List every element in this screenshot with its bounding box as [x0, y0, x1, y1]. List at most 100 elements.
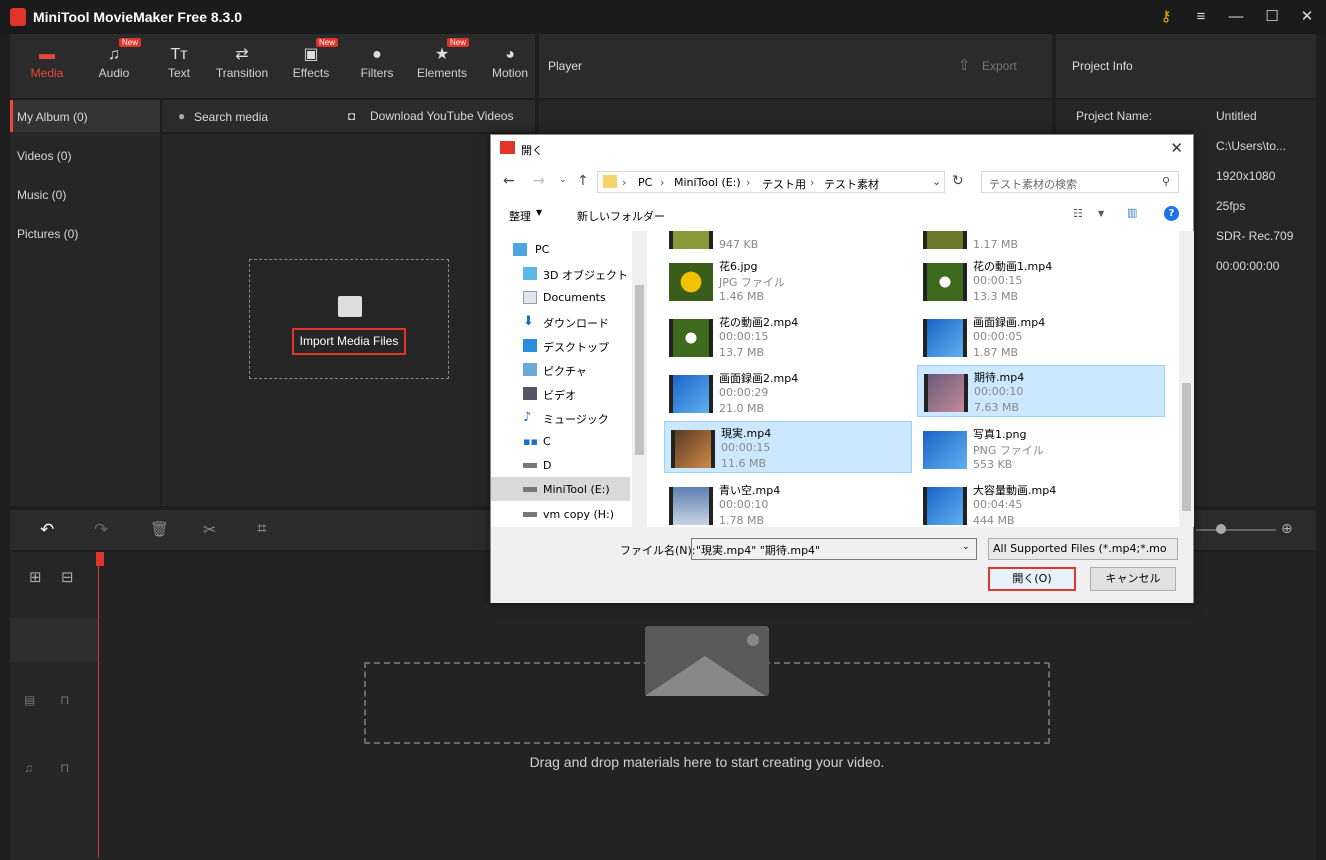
nav-item-drive-e[interactable]: MiniTool (E:): [543, 483, 610, 496]
file-size: 1.46 MB: [719, 290, 765, 303]
track-headers: ⊞ ⊟ ▤ ⊓ ♫ ⊓: [10, 552, 98, 860]
nav-item-desktop[interactable]: デスクトップ: [543, 339, 609, 355]
file-item-selected[interactable]: 現実.mp4 00:00:15 11.6 MB: [664, 421, 912, 473]
breadcrumb-drive[interactable]: MiniTool (E:): [674, 176, 741, 189]
file-list-scrollbar[interactable]: [1179, 231, 1194, 527]
close-button[interactable]: ✕: [1296, 6, 1318, 28]
up-arrow-icon[interactable]: ↑: [577, 173, 589, 189]
preview-pane-icon[interactable]: ▥: [1127, 206, 1137, 219]
lock-icon[interactable]: ⊓: [60, 761, 69, 775]
download-youtube-button[interactable]: Download YouTube Videos: [370, 109, 513, 123]
sidebar-item-music[interactable]: Music (0): [17, 188, 66, 202]
file-item[interactable]: 大容量動画.mp4 00:04:45 444 MB: [917, 479, 1165, 527]
tab-filters[interactable]: ● Filters: [346, 44, 408, 80]
filetype-select[interactable]: All Supported Files (*.mp4;*.mo: [988, 538, 1178, 560]
lock-icon[interactable]: ⊓: [60, 693, 69, 707]
back-arrow-icon[interactable]: ←: [503, 173, 515, 189]
nav-item-downloads[interactable]: ダウンロード: [543, 315, 609, 331]
chevron-down-icon[interactable]: ▼: [1098, 209, 1104, 218]
chevron-down-icon[interactable]: ⌄: [962, 542, 970, 552]
tab-elements[interactable]: New ★ Elements: [411, 38, 473, 80]
tab-transition[interactable]: ⇄ Transition: [211, 44, 273, 80]
import-media-files-button[interactable]: Import Media Files: [292, 328, 406, 355]
minimize-button[interactable]: —: [1225, 6, 1247, 28]
redo-icon[interactable]: ↷: [94, 520, 108, 540]
folder-search-input[interactable]: テスト素材の検索: [981, 171, 1179, 193]
add-track-icon[interactable]: ⊞: [29, 568, 42, 586]
file-item[interactable]: 1.17 MB: [917, 231, 1165, 255]
menu-icon[interactable]: ≡: [1190, 6, 1212, 28]
nav-scrollbar[interactable]: [632, 231, 647, 527]
history-chevron-icon[interactable]: ⌄: [559, 175, 567, 185]
playhead-handle[interactable]: [96, 552, 104, 566]
open-button[interactable]: 開く(O): [988, 567, 1076, 591]
nav-item-documents[interactable]: Documents: [543, 291, 606, 304]
breadcrumb-chevron-icon: ›: [660, 176, 665, 189]
undo-icon[interactable]: ↶: [40, 520, 54, 540]
file-item[interactable]: 画面録画2.mp4 00:00:29 21.0 MB: [663, 367, 911, 419]
tab-audio[interactable]: New ♫ Audio: [83, 38, 145, 80]
address-dropdown-icon[interactable]: ⌄: [932, 175, 941, 188]
sidebar-item-pictures[interactable]: Pictures (0): [17, 227, 78, 241]
file-item[interactable]: 花の動画1.mp4 00:00:15 13.3 MB: [917, 255, 1165, 307]
tab-motion[interactable]: ◕ Motion: [479, 44, 541, 80]
nav-item-pictures[interactable]: ピクチャ: [543, 363, 587, 379]
nav-item-drive-c[interactable]: C: [543, 435, 551, 448]
tab-text[interactable]: Tт Text: [148, 44, 210, 80]
file-duration: 00:00:10: [719, 498, 769, 511]
file-size: 444 MB: [973, 514, 1015, 527]
help-icon[interactable]: ?: [1164, 206, 1179, 221]
organize-menu[interactable]: 整理: [509, 208, 531, 224]
cancel-button[interactable]: キャンセル: [1090, 567, 1176, 591]
crop-icon[interactable]: ⌗: [257, 519, 267, 539]
sidebar-item-videos[interactable]: Videos (0): [17, 149, 71, 163]
nav-scrollbar-thumb[interactable]: [635, 285, 644, 455]
video-thumbnail: [923, 319, 967, 357]
zoom-in-icon[interactable]: ⊕: [1281, 520, 1293, 537]
nav-item-pc[interactable]: PC: [535, 243, 549, 256]
dialog-close-button[interactable]: ✕: [1170, 139, 1183, 157]
remove-track-icon[interactable]: ⊟: [61, 568, 74, 586]
sidebar-item-my-album[interactable]: My Album (0): [17, 110, 88, 124]
maximize-button[interactable]: ☐: [1261, 6, 1283, 28]
breadcrumb-subfolder[interactable]: テスト素材: [824, 176, 879, 192]
zoom-slider[interactable]: [1196, 529, 1276, 531]
zoom-slider-handle[interactable]: [1216, 524, 1226, 534]
refresh-icon[interactable]: ↻: [952, 173, 964, 189]
file-item[interactable]: 写真1.png PNG ファイル 553 KB: [917, 423, 1165, 475]
download-icon: ⬇: [523, 314, 534, 329]
tab-media[interactable]: ▬ Media: [16, 44, 78, 80]
nav-item-music[interactable]: ミュージック: [543, 411, 609, 427]
forward-arrow-icon[interactable]: →: [533, 173, 545, 189]
player-title: Player: [548, 59, 583, 73]
nav-item-drive-d[interactable]: D: [543, 459, 551, 472]
breadcrumb-pc[interactable]: PC: [638, 176, 652, 189]
key-icon[interactable]: ⚷: [1155, 6, 1177, 28]
nav-item-videos[interactable]: ビデオ: [543, 387, 576, 403]
new-folder-button[interactable]: 新しいフォルダー: [577, 208, 665, 224]
file-item-selected[interactable]: 期待.mp4 00:00:10 7.63 MB: [917, 365, 1165, 417]
file-item[interactable]: 画面録画.mp4 00:00:05 1.87 MB: [917, 311, 1165, 363]
file-item[interactable]: 花6.jpg JPG ファイル 1.46 MB: [663, 255, 911, 307]
breadcrumb-folder[interactable]: テスト用: [762, 176, 806, 192]
export-button[interactable]: Export: [982, 59, 1017, 73]
view-options-icon[interactable]: ☷: [1073, 207, 1083, 220]
tab-effects[interactable]: New ▣ Effects: [280, 38, 342, 80]
file-item[interactable]: 青い空.mp4 00:00:10 1.78 MB: [663, 479, 911, 527]
file-item[interactable]: 947 KB: [663, 231, 911, 255]
playhead[interactable]: [98, 552, 99, 858]
filename-input[interactable]: "現実.mp4" "期待.mp4": [691, 538, 977, 560]
nav-item-drive-h[interactable]: vm copy (H:): [543, 508, 614, 521]
split-icon[interactable]: ✂: [203, 520, 216, 540]
new-badge: New: [447, 38, 470, 47]
nav-item-3d-objects[interactable]: 3D オブジェクト: [543, 267, 628, 283]
address-bar[interactable]: › PC › MiniTool (E:) › テスト用 › テスト素材 ⌄: [597, 171, 945, 193]
search-media-input[interactable]: Search media: [194, 110, 268, 124]
file-scrollbar-thumb[interactable]: [1182, 383, 1191, 511]
delete-icon[interactable]: 🗑: [150, 520, 169, 538]
import-dropzone[interactable]: [249, 259, 449, 379]
file-item[interactable]: 花の動画2.mp4 00:00:15 13.7 MB: [663, 311, 911, 363]
file-size: 11.6 MB: [721, 457, 767, 470]
file-name: 花の動画1.mp4: [973, 260, 1053, 273]
music-icon: ♪: [523, 410, 532, 425]
